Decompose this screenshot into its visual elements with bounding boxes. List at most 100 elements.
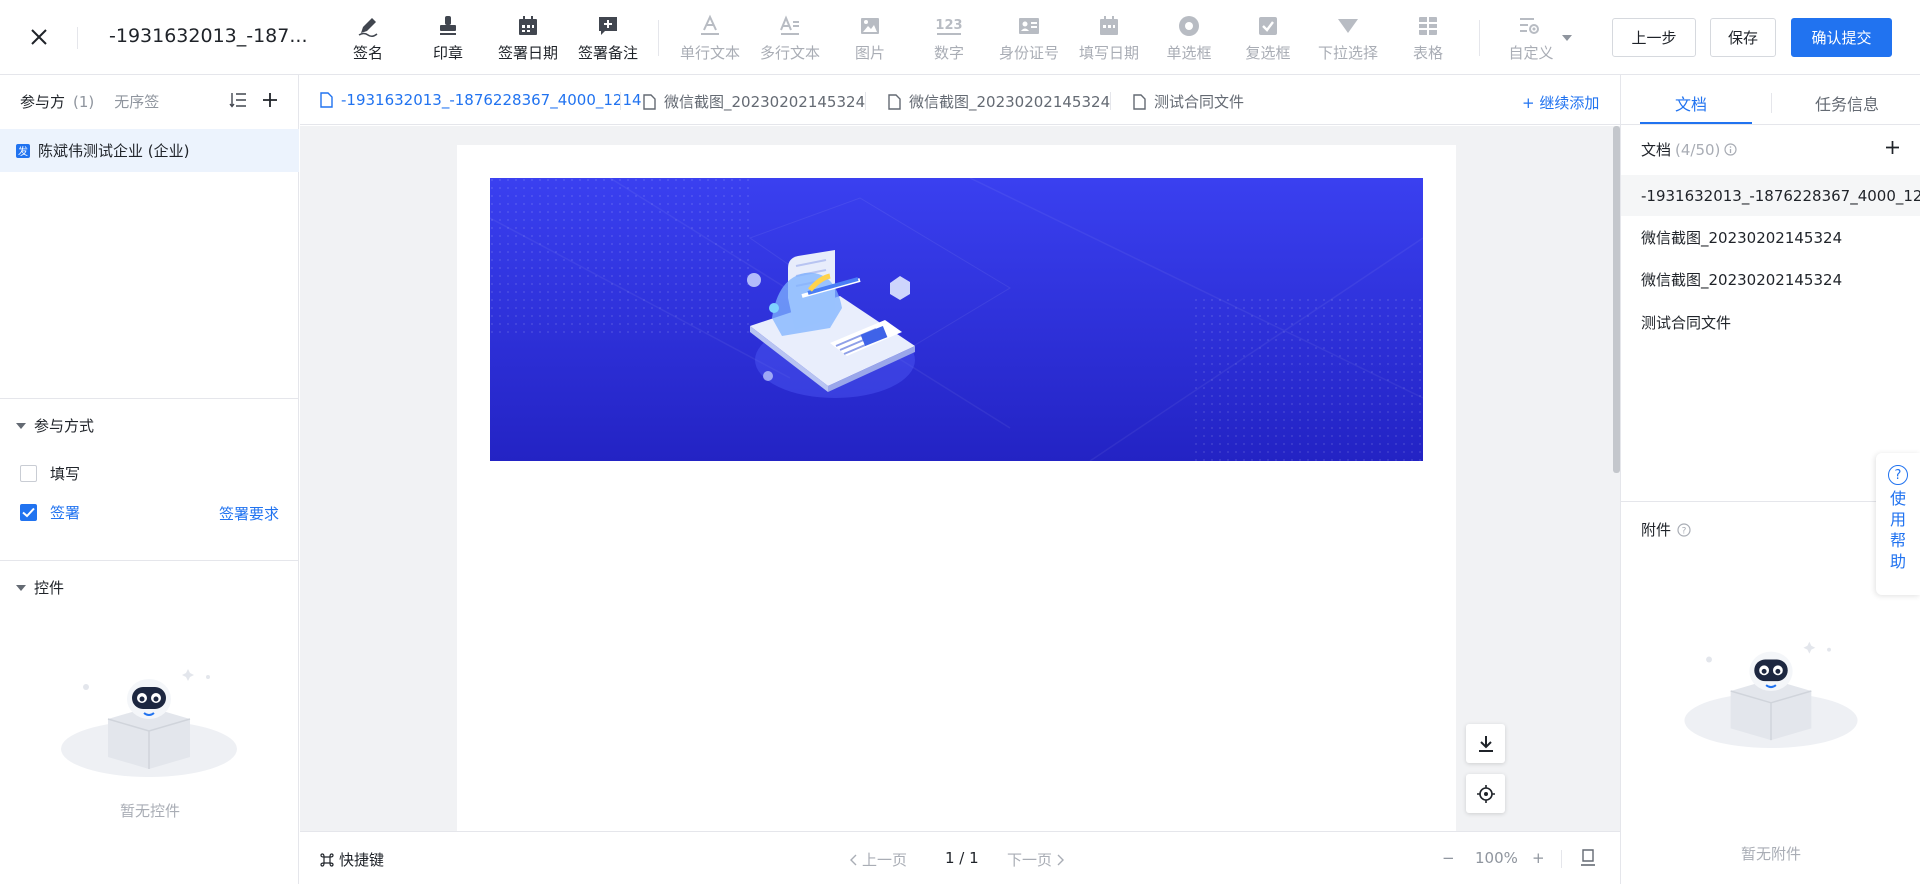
add-more-link[interactable]: + 继续添加: [1522, 92, 1599, 113]
doc-tab-4[interactable]: 测试合同文件: [1133, 91, 1244, 112]
controls-section-title: 控件: [34, 579, 65, 597]
tool-label: 表格: [1412, 44, 1443, 62]
tool-sign-date[interactable]: 签署日期: [490, 12, 566, 66]
tool-label: 印章: [432, 44, 463, 62]
doc-tab-1[interactable]: -1931632013_-1876228367_4000_1214: [320, 91, 642, 109]
participant-name: 陈斌伟测试企业 (企业): [38, 142, 190, 160]
zoom-out-button[interactable]: −: [1442, 849, 1455, 867]
attachments-header: 附件 ?: [1641, 519, 1691, 540]
tool-number[interactable]: 123 数字: [911, 12, 987, 66]
divider: [77, 27, 78, 49]
tool-custom[interactable]: 自定义: [1493, 12, 1569, 66]
document-tabs: -1931632013_-1876228367_4000_1214 微信截图_2…: [300, 75, 1620, 125]
participants-header: 参与方 (1) 无序签: [20, 91, 159, 112]
file-icon: [1133, 93, 1146, 110]
controls-section-toggle[interactable]: 控件: [16, 577, 64, 598]
command-key-icon: [320, 852, 334, 867]
option-label: 填写: [50, 465, 81, 483]
document-list-item[interactable]: 测试合同文件: [1621, 302, 1920, 343]
download-button[interactable]: [1466, 724, 1505, 763]
close-icon[interactable]: [26, 24, 52, 50]
tool-stamp[interactable]: 印章: [410, 12, 486, 66]
tool-label: 签署备注: [577, 44, 638, 62]
document-list-item[interactable]: 微信截图_20230202145324: [1621, 259, 1920, 300]
tab-task-info[interactable]: 任务信息: [1815, 91, 1879, 115]
calendar-icon: [516, 12, 540, 40]
tool-radio[interactable]: 单选框: [1151, 12, 1227, 66]
divider: [1479, 20, 1480, 56]
caret-down-icon: [16, 422, 26, 429]
documents-section-title: 文档: [1641, 141, 1672, 159]
tool-table[interactable]: 表格: [1390, 12, 1466, 66]
doc-tab-label: 测试合同文件: [1154, 93, 1245, 111]
radio-icon: [1177, 12, 1201, 40]
empty-robot-illustration: [58, 657, 240, 783]
download-icon: [1478, 735, 1493, 752]
doc-tab-2[interactable]: 微信截图_20230202145324: [643, 91, 865, 112]
document-canvas: [300, 126, 1620, 831]
option-sign[interactable]: 签署: [20, 502, 80, 523]
prev-page-button[interactable]: 上一页: [850, 849, 907, 870]
checkbox-sign[interactable]: [20, 504, 37, 521]
locate-target-icon: [1476, 784, 1495, 803]
help-button[interactable]: ? 使用帮助: [1876, 453, 1920, 595]
dropdown-icon: [1336, 12, 1360, 40]
method-section-title: 参与方式: [34, 417, 95, 435]
shortcut-label: 快捷键: [339, 851, 385, 869]
divider: [1561, 850, 1562, 868]
doc-tab-3[interactable]: 微信截图_20230202145324: [888, 91, 1110, 112]
submit-button[interactable]: 确认提交: [1791, 18, 1892, 57]
prev-step-button[interactable]: 上一步: [1612, 18, 1696, 57]
sign-requirement-link[interactable]: 签署要求: [219, 503, 279, 524]
fit-page-icon[interactable]: [1580, 849, 1596, 871]
divider: [1621, 124, 1920, 125]
tool-label: 数字: [933, 44, 964, 62]
tool-single-line-text[interactable]: 单行文本: [672, 12, 748, 66]
sort-order-icon[interactable]: [227, 89, 249, 111]
add-document-icon[interactable]: [1885, 140, 1900, 159]
vertical-scrollbar[interactable]: [1613, 126, 1620, 473]
tool-image[interactable]: 图片: [832, 12, 908, 66]
svg-text:123: 123: [935, 18, 962, 33]
shortcut-button[interactable]: 快捷键: [320, 849, 384, 870]
zoom-in-button[interactable]: +: [1532, 849, 1545, 867]
tool-id-number[interactable]: 身份证号: [991, 12, 1067, 66]
check-icon: [22, 507, 35, 518]
tool-label: 单行文本: [679, 44, 740, 62]
chevron-down-icon[interactable]: [1562, 30, 1572, 46]
help-label: 使用帮助: [1890, 489, 1907, 571]
locate-button[interactable]: [1466, 774, 1505, 813]
divider: [0, 560, 299, 561]
documents-section-header: 文档 (4/50): [1641, 139, 1738, 160]
image-icon: [858, 12, 882, 40]
tool-fill-date[interactable]: 填写日期: [1071, 12, 1147, 66]
tab-documents[interactable]: 文档: [1675, 91, 1707, 115]
documents-count: (4/50): [1675, 140, 1721, 159]
fill-date-icon: [1097, 12, 1121, 40]
document-list-item[interactable]: -1931632013_-1876228367_4000_1214: [1621, 175, 1920, 216]
tool-label: 自定义: [1508, 44, 1554, 62]
checkbox-fill[interactable]: [20, 465, 37, 482]
top-toolbar: -1931632013_-187... 签名 印章 签署日期 签署备注 单行文本: [0, 0, 1920, 75]
tool-signature[interactable]: 签名: [330, 12, 406, 66]
participant-row[interactable]: 发 陈斌伟测试企业 (企业): [0, 129, 299, 172]
attachments-empty-text: 暂无附件: [1741, 845, 1802, 863]
file-icon: [320, 92, 333, 108]
next-page-button[interactable]: 下一页: [1007, 849, 1065, 870]
right-panel: 文档 任务信息 文档 (4/50) -1931632013_-187622836…: [1620, 75, 1920, 884]
file-icon: [888, 93, 901, 110]
tool-checkbox[interactable]: 复选框: [1230, 12, 1306, 66]
divider: [1771, 93, 1772, 113]
tool-label: 填写日期: [1078, 44, 1139, 62]
chevron-left-icon: [850, 854, 857, 865]
method-section-toggle[interactable]: 参与方式: [16, 415, 94, 436]
tool-multi-line-text[interactable]: 多行文本: [752, 12, 828, 66]
option-fill[interactable]: 填写: [20, 463, 80, 484]
tool-sign-note[interactable]: 签署备注: [570, 12, 646, 66]
tool-dropdown[interactable]: 下拉选择: [1310, 12, 1386, 66]
add-participant-icon[interactable]: [259, 89, 281, 111]
id-card-icon: [1017, 12, 1041, 40]
doc-tab-label: 微信截图_20230202145324: [664, 93, 866, 111]
save-button[interactable]: 保存: [1710, 18, 1776, 57]
document-list-item[interactable]: 微信截图_20230202145324: [1621, 217, 1920, 258]
